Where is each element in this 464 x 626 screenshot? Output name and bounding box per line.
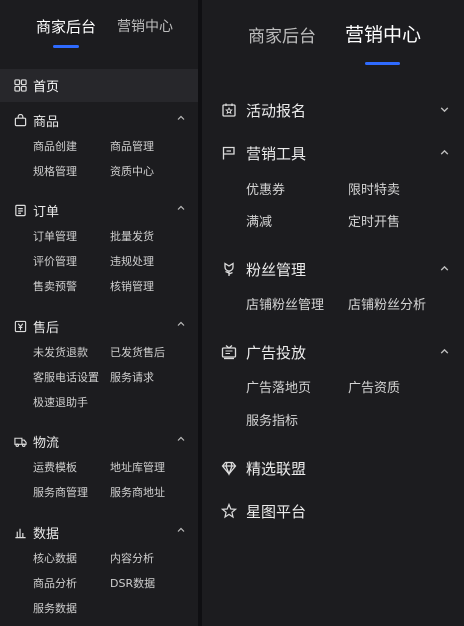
- section-label: 数据: [33, 526, 60, 542]
- section-label: 订单: [33, 204, 60, 220]
- section-header-marketing-tools[interactable]: 营销工具: [202, 141, 464, 165]
- menu-item-ad-landing-page[interactable]: 广告落地页: [246, 377, 311, 396]
- menu-item-spec-manage[interactable]: 规格管理: [33, 163, 77, 179]
- menu-item-after-sales-shipped[interactable]: 已发货售后: [110, 344, 165, 360]
- chevron-up-icon: [440, 149, 449, 155]
- menu-item-provider-address[interactable]: 服务商地址: [110, 484, 165, 500]
- section-header-after-sales[interactable]: 售后: [0, 316, 198, 336]
- menu-item-service-data[interactable]: 服务数据: [33, 600, 77, 616]
- section-header-data[interactable]: 数据: [0, 522, 198, 542]
- section-label: 精选联盟: [246, 459, 307, 478]
- menu-item-order-manage[interactable]: 订单管理: [33, 228, 77, 244]
- tab-marketing-center[interactable]: 营销中心: [117, 16, 173, 36]
- flower-icon: [221, 261, 237, 277]
- section-label: 粉丝管理: [246, 260, 307, 279]
- menu-item-service-phone[interactable]: 客服电话设置: [33, 369, 99, 385]
- section-label: 物流: [33, 435, 60, 451]
- star-map-icon: [221, 503, 237, 519]
- chevron-up-icon: [177, 436, 185, 441]
- active-tab-indicator: [365, 62, 400, 65]
- menu-item-store-fan-analysis[interactable]: 店铺粉丝分析: [348, 294, 426, 313]
- menu-item-content-analysis[interactable]: 内容分析: [110, 550, 154, 566]
- chevron-up-icon: [177, 321, 185, 326]
- menu-item-product-create[interactable]: 商品创建: [33, 138, 77, 154]
- section-label: 星图平台: [246, 502, 307, 521]
- menu-item-ad-qualification[interactable]: 广告资质: [348, 377, 400, 396]
- tab-merchant-backend[interactable]: 商家后台: [248, 22, 316, 47]
- tab-marketing-center[interactable]: 营销中心: [345, 20, 421, 47]
- section-header-products[interactable]: 商品: [0, 110, 198, 130]
- section-label: 商品: [33, 114, 60, 130]
- chevron-down-icon: [440, 107, 449, 113]
- section-header-logistics[interactable]: 物流: [0, 431, 198, 451]
- section-label: 广告投放: [246, 343, 307, 362]
- section-header-star-map[interactable]: 星图平台: [202, 499, 464, 523]
- chevron-up-icon: [177, 527, 185, 532]
- section-header-activity-signup[interactable]: 活动报名: [202, 98, 464, 122]
- menu-item-verify-manage[interactable]: 核销管理: [110, 278, 154, 294]
- menu-item-service-metrics[interactable]: 服务指标: [246, 410, 298, 429]
- chevron-up-icon: [440, 265, 449, 271]
- menu-item-coupons[interactable]: 优惠券: [246, 179, 285, 198]
- menu-item-batch-ship[interactable]: 批量发货: [110, 228, 154, 244]
- menu-item-dsr-data[interactable]: DSR数据: [110, 575, 155, 591]
- menu-item-scheduled-sale[interactable]: 定时开售: [348, 211, 400, 230]
- menu-item-product-manage[interactable]: 商品管理: [110, 138, 154, 154]
- grid-icon: [13, 79, 27, 93]
- right-sidebar: 商家后台 营销中心 活动报名 营销工具 优惠券 限时特卖 满减 定时开售 粉丝管…: [202, 0, 464, 626]
- section-label: 售后: [33, 320, 60, 336]
- active-tab-indicator: [53, 45, 79, 48]
- menu-item-review-manage[interactable]: 评价管理: [33, 253, 77, 269]
- section-header-selected-alliance[interactable]: 精选联盟: [202, 456, 464, 480]
- section-label: 营销工具: [246, 144, 307, 163]
- bar-chart-icon: [13, 525, 27, 539]
- truck-icon: [13, 434, 27, 448]
- menu-item-provider-manage[interactable]: 服务商管理: [33, 484, 88, 500]
- right-top-tabs: 商家后台 营销中心: [202, 0, 464, 68]
- left-top-tabs: 商家后台 营销中心: [0, 0, 198, 68]
- left-sidebar: 商家后台 营销中心 首页 商品 商品创建 商品管理 规格管理 资质中心 订单 订…: [0, 0, 198, 626]
- chevron-up-icon: [440, 348, 449, 354]
- menu-item-discount[interactable]: 满减: [246, 211, 272, 230]
- tv-icon: [221, 344, 237, 360]
- menu-item-refund-unshipped[interactable]: 未发货退款: [33, 344, 88, 360]
- chevron-up-icon: [177, 205, 185, 210]
- menu-item-store-fan-manage[interactable]: 店铺粉丝管理: [246, 294, 324, 313]
- yen-box-icon: [13, 319, 27, 333]
- flag-icon: [221, 145, 237, 161]
- menu-item-sale-warning[interactable]: 售卖预警: [33, 278, 77, 294]
- menu-item-product-analysis[interactable]: 商品分析: [33, 575, 77, 591]
- menu-item-service-request[interactable]: 服务请求: [110, 369, 154, 385]
- section-header-orders[interactable]: 订单: [0, 200, 198, 220]
- section-header-fan-manage[interactable]: 粉丝管理: [202, 257, 464, 281]
- menu-item-flash-sale[interactable]: 限时特卖: [348, 179, 400, 198]
- menu-item-freight-template[interactable]: 运费模板: [33, 459, 77, 475]
- calendar-star-icon: [221, 102, 237, 118]
- sidebar-item-label: 首页: [33, 80, 60, 95]
- diamond-icon: [221, 460, 237, 476]
- tab-merchant-backend[interactable]: 商家后台: [36, 16, 96, 37]
- menu-item-address-book[interactable]: 地址库管理: [110, 459, 165, 475]
- menu-item-violation[interactable]: 违规处理: [110, 253, 154, 269]
- menu-item-fast-refund[interactable]: 极速退助手: [33, 394, 88, 410]
- bag-icon: [13, 113, 27, 127]
- section-label: 活动报名: [246, 101, 307, 120]
- document-icon: [13, 203, 27, 217]
- sidebar-item-home[interactable]: 首页: [0, 69, 198, 102]
- section-header-ad-delivery[interactable]: 广告投放: [202, 340, 464, 364]
- menu-item-core-data[interactable]: 核心数据: [33, 550, 77, 566]
- menu-item-qualification[interactable]: 资质中心: [110, 163, 154, 179]
- chevron-up-icon: [177, 115, 185, 120]
